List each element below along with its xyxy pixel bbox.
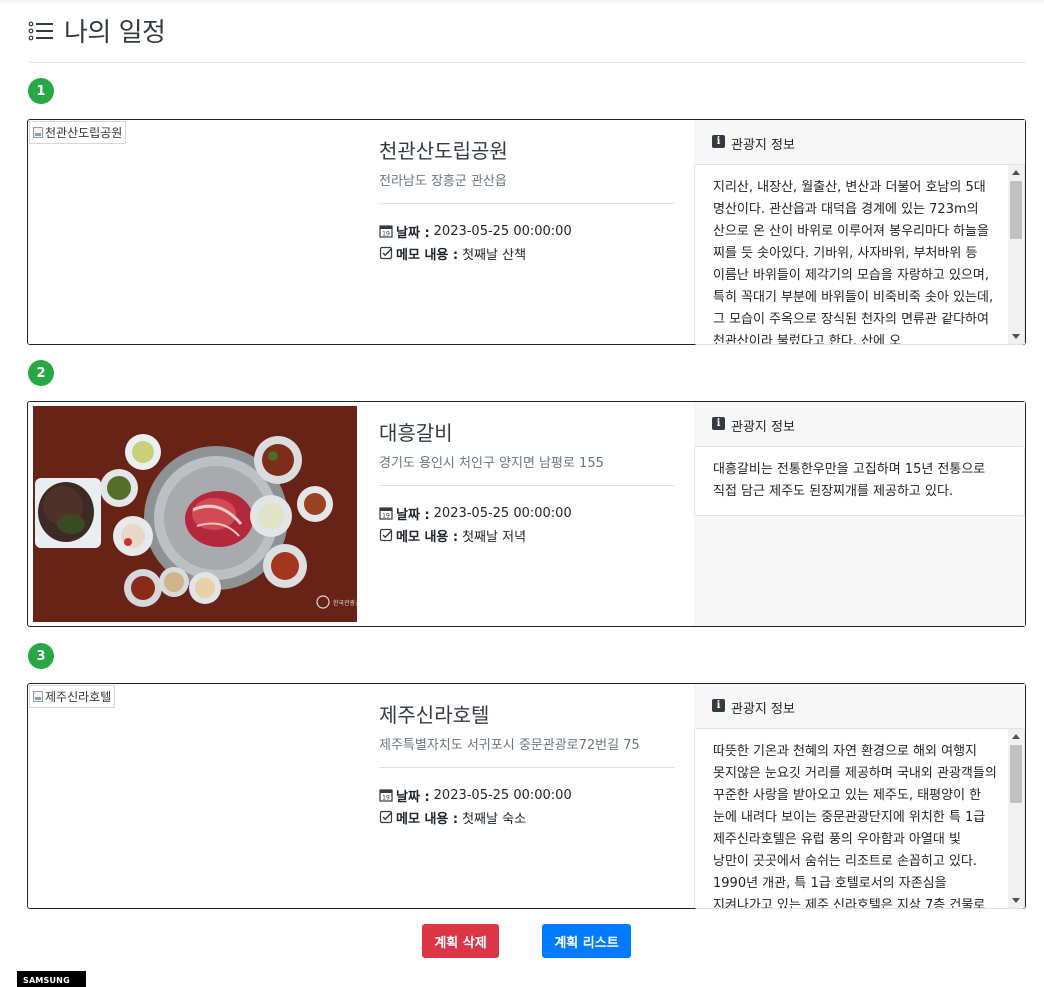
- place-info: 대흥갈비 경기도 용인시 처인구 양지면 남평로 155 19 날짜 : 202…: [379, 420, 675, 546]
- info-divider: [379, 767, 675, 768]
- date-row: 19 날짜 : 2023-05-25 00:00:00: [379, 502, 675, 524]
- scrollbar[interactable]: [1008, 165, 1024, 344]
- scroll-down-arrow-icon[interactable]: [1012, 334, 1020, 339]
- calendar-icon: 19: [379, 507, 393, 520]
- tour-info-title: 관광지 정보: [731, 420, 795, 435]
- tour-info-panel: i 관광지 정보 대흥갈비는 전통한우만을 고집하며 15년 전통으로 직접 담…: [694, 402, 1025, 626]
- tour-info-header: i 관광지 정보: [694, 684, 1025, 728]
- broken-image: 제주신라호텔: [29, 685, 116, 708]
- plan-number-badge: 3: [28, 643, 54, 669]
- tour-info-body[interactable]: 지리산, 내장산, 월출산, 변산과 더불어 호남의 5대 명산이다. 관산읍과…: [694, 164, 1025, 345]
- place-info: 제주신라호텔 제주특별자치도 서귀포시 중문관광로72번길 75 19 날짜 :…: [379, 702, 675, 828]
- top-shadow: [0, 0, 1044, 4]
- place-info: 천관산도립공원 전라남도 장흥군 관산읍 19 날짜 : 2023-05-25 …: [379, 138, 675, 264]
- memo-value: 첫째날 숙소: [462, 811, 527, 827]
- calendar-icon: 19: [379, 789, 393, 802]
- tour-info-title: 관광지 정보: [731, 138, 795, 153]
- place-image: 제주신라호텔: [28, 684, 362, 908]
- info-divider: [379, 485, 675, 486]
- scrollbar[interactable]: [1008, 729, 1024, 908]
- check-square-icon: [379, 246, 393, 260]
- memo-value: 첫째날 산책: [462, 247, 527, 263]
- scroll-down-arrow-icon[interactable]: [1012, 898, 1020, 903]
- image-alt-text: 제주신라호텔: [45, 690, 112, 704]
- tour-info-header: i 관광지 정보: [694, 120, 1025, 164]
- memo-label: 메모 내용 :: [396, 529, 459, 545]
- tour-description: 따뜻한 기온과 천혜의 자연 환경으로 해외 여행지 못지않은 눈요깃 거리를 …: [713, 744, 997, 909]
- place-address: 제주특별자치도 서귀포시 중문관광로72번길 75: [379, 738, 640, 753]
- tour-info-body: 대흥갈비는 전통한우만을 고집하며 15년 전통으로 직접 담근 제주도 된장찌…: [694, 446, 1025, 516]
- info-divider: [379, 203, 675, 204]
- info-icon: i: [712, 699, 725, 712]
- info-icon: i: [712, 417, 725, 430]
- memo-row: 메모 내용 : 첫째날 산책: [379, 242, 675, 264]
- page-title: 나의 일정: [64, 18, 166, 48]
- plan-card: 한국관광공사 대흥갈비 경기도 용인시 처인구 양지면 남평로 155 19 날…: [27, 401, 1026, 627]
- scroll-thumb[interactable]: [1010, 181, 1022, 239]
- date-value: 2023-05-25 00:00:00: [433, 505, 572, 521]
- tour-info-title: 관광지 정보: [731, 702, 795, 717]
- place-name: 천관산도립공원: [379, 139, 508, 163]
- broken-image: 천관산도립공원: [29, 121, 127, 144]
- memo-label: 메모 내용 :: [396, 247, 459, 263]
- photo-watermark: 한국관광공사: [333, 599, 357, 607]
- place-image: 한국관광공사: [28, 402, 362, 626]
- header-divider: [28, 62, 1026, 63]
- place-address: 경기도 용인시 처인구 양지면 남평로 155: [379, 456, 604, 471]
- date-row: 19 날짜 : 2023-05-25 00:00:00: [379, 220, 675, 242]
- scroll-up-arrow-icon[interactable]: [1012, 170, 1020, 175]
- check-square-icon: [379, 528, 393, 542]
- place-name: 제주신라호텔: [379, 703, 490, 727]
- date-value: 2023-05-25 00:00:00: [433, 223, 572, 239]
- check-square-icon: [379, 810, 393, 824]
- info-icon: i: [712, 135, 725, 148]
- image-alt-text: 천관산도립공원: [45, 126, 123, 140]
- plan-list-button[interactable]: 계획 리스트: [542, 924, 631, 958]
- tour-info-body[interactable]: 따뜻한 기온과 천혜의 자연 환경으로 해외 여행지 못지않은 눈요깃 거리를 …: [694, 728, 1025, 909]
- plan-card: 천관산도립공원 천관산도립공원 전라남도 장흥군 관산읍 19 날짜 : 202…: [27, 119, 1026, 345]
- broken-image-icon: [33, 691, 43, 702]
- broken-image-icon: [33, 127, 43, 138]
- svg-text:19: 19: [382, 231, 390, 238]
- memo-label: 메모 내용 :: [396, 811, 459, 827]
- samsung-logo: SAMSUNG: [17, 971, 86, 987]
- tour-info-panel: i 관광지 정보 지리산, 내장산, 월출산, 변산과 더불어 호남의 5대 명…: [694, 120, 1025, 345]
- korean-bbq-table-image: 한국관광공사: [33, 406, 357, 622]
- svg-text:19: 19: [382, 795, 390, 802]
- memo-row: 메모 내용 : 첫째날 저녁: [379, 524, 675, 546]
- date-label: 날짜 :: [396, 225, 430, 241]
- memo-value: 첫째날 저녁: [462, 529, 527, 545]
- tour-info-panel: i 관광지 정보 따뜻한 기온과 천혜의 자연 환경으로 해외 여행지 못지않은…: [694, 684, 1025, 909]
- plan-card: 제주신라호텔 제주신라호텔 제주특별자치도 서귀포시 중문관광로72번길 75 …: [27, 683, 1026, 909]
- date-row: 19 날짜 : 2023-05-25 00:00:00: [379, 784, 675, 806]
- tour-description: 지리산, 내장산, 월출산, 변산과 더불어 호남의 5대 명산이다. 관산읍과…: [713, 180, 994, 345]
- memo-row: 메모 내용 : 첫째날 숙소: [379, 806, 675, 828]
- page-header: 나의 일정: [28, 12, 166, 49]
- date-label: 날짜 :: [396, 507, 430, 523]
- plan-number-badge: 1: [28, 78, 54, 104]
- place-name: 대흥갈비: [379, 421, 453, 445]
- date-label: 날짜 :: [396, 789, 430, 805]
- date-value: 2023-05-25 00:00:00: [433, 787, 572, 803]
- svg-text:19: 19: [382, 513, 390, 520]
- place-image: 천관산도립공원: [28, 120, 362, 344]
- tour-info-header: i 관광지 정보: [694, 402, 1025, 446]
- calendar-icon: 19: [379, 225, 393, 238]
- place-address: 전라남도 장흥군 관산읍: [379, 174, 507, 189]
- scroll-thumb[interactable]: [1010, 745, 1022, 803]
- plan-number-badge: 2: [28, 360, 54, 386]
- list-icon: [28, 21, 53, 40]
- food-photo: 한국관광공사: [33, 406, 357, 622]
- tour-description: 대흥갈비는 전통한우만을 고집하며 15년 전통으로 직접 담근 제주도 된장찌…: [713, 462, 986, 499]
- scroll-up-arrow-icon[interactable]: [1012, 734, 1020, 739]
- delete-plan-button[interactable]: 계획 삭제: [422, 924, 499, 958]
